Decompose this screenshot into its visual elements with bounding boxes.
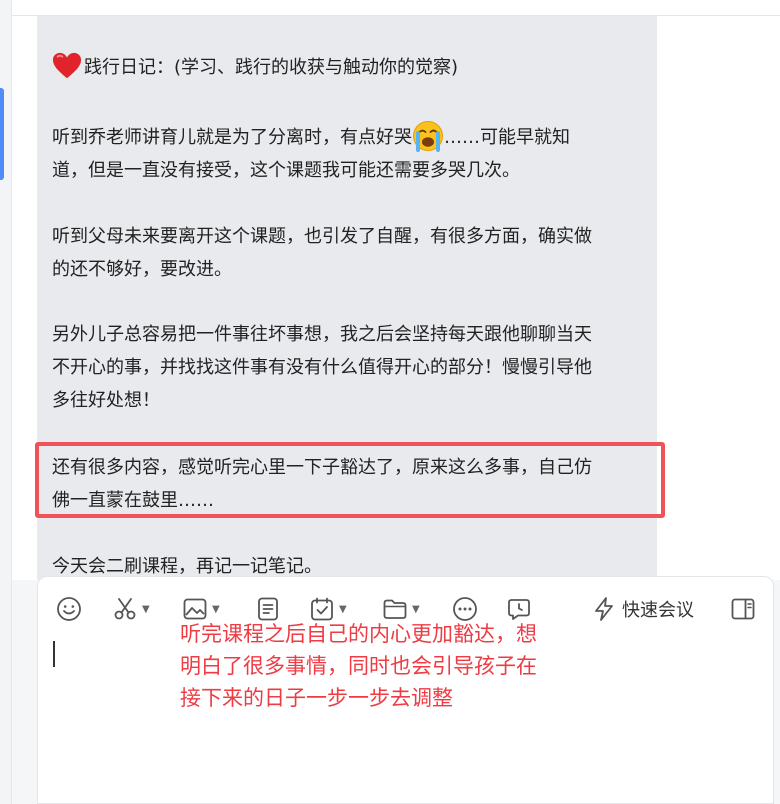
paragraph-2-line-1: 听到父母未来要离开这个课题，也引发了自醒，有很多方面，确实做 (52, 226, 592, 247)
heart-icon (52, 52, 82, 79)
message-paragraph-2: 听到父母未来要离开这个课题，也引发了自醒，有很多方面，确实做 的还不够好，要改进… (52, 220, 652, 286)
quick-meeting-button[interactable]: 快速会议 (592, 592, 694, 626)
sidebar-toggle-button[interactable] (730, 592, 756, 626)
chevron-down-icon[interactable]: ▼ (142, 604, 150, 615)
paragraph-3-line-2: 不开心的事，并找找这件事有没有什么值得开心的部分！慢慢引导他 (52, 357, 592, 378)
chat-left-gutter (12, 16, 37, 580)
chevron-down-icon[interactable]: ▼ (339, 604, 347, 615)
message-paragraph-1: 听到乔老师讲育儿就是为了分离时，有点好哭 ……可能早就知 道，但是一直没有接受，… (52, 120, 652, 187)
paragraph-1-line-1b: ……可能早就知 (444, 127, 570, 148)
rail-active-indicator (0, 88, 4, 180)
paragraph-3-line-1: 另外儿子总容易把一件事往坏事想，我之后会坚持每天跟他聊聊当天 (52, 324, 592, 345)
message-paragraph-3: 另外儿子总容易把一件事往坏事想，我之后会坚持每天跟他聊聊当天 不开心的事，并找找… (52, 318, 652, 417)
annotation-line-2: 明白了很多事情，同时也会引导孩子在 (180, 654, 537, 678)
scissors-icon (114, 598, 136, 620)
smile-icon (57, 597, 81, 621)
left-rail (0, 0, 12, 804)
sidebar-toggle-icon (731, 598, 755, 620)
chevron-down-icon[interactable]: ▼ (412, 604, 420, 615)
annotation-line-1: 听完课程之后自己的内心更加豁达，想 (180, 622, 537, 646)
top-strip (12, 0, 780, 16)
emoji-button[interactable] (56, 592, 82, 626)
screenshot-button[interactable]: ▼ (112, 592, 150, 626)
annotation-note: 听完课程之后自己的内心更加豁达，想 明白了很多事情，同时也会引导孩子在 接下来的… (180, 618, 600, 714)
paragraph-3-line-3: 多往好处想！ (52, 390, 160, 411)
diary-title-text: 践行日记：(学习、践行的收获与触动你的觉察) (84, 57, 459, 78)
quick-meeting-label: 快速会议 (622, 600, 694, 621)
crying-face-icon (413, 121, 443, 152)
annotation-line-3: 接下来的日子一步一步去调整 (180, 686, 453, 710)
chevron-down-icon[interactable]: ▼ (212, 604, 220, 615)
paragraph-2-line-2: 的还不够好，要改进。 (52, 259, 232, 280)
paragraph-1-line-2: 道，但是一直没有接受，这个课题我可能还需要多哭几次。 (52, 160, 520, 181)
chat-right-gutter (657, 16, 780, 580)
diary-title: 践行日记：(学习、践行的收获与触动你的觉察) (52, 51, 652, 84)
paragraph-1-line-1a: 听到乔老师讲育儿就是为了分离时，有点好哭 (52, 127, 412, 148)
text-cursor (53, 641, 55, 667)
highlight-annotation-box (35, 442, 665, 518)
